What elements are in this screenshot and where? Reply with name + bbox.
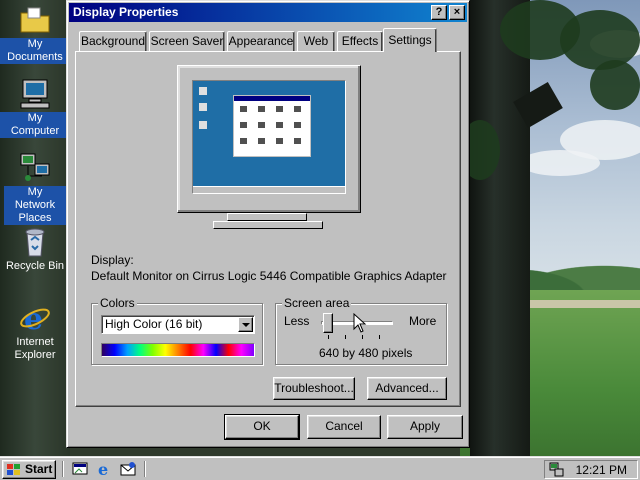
cancel-button[interactable]: Cancel: [307, 415, 381, 439]
clock[interactable]: 12:21 PM: [576, 463, 627, 477]
desktop-icon-label: My Network Places: [4, 186, 66, 225]
screen-area-slider-thumb[interactable]: [323, 313, 333, 333]
slider-tick: [328, 335, 329, 339]
apply-button[interactable]: Apply: [387, 415, 463, 439]
help-button[interactable]: ?: [431, 5, 447, 20]
computer-icon: [19, 78, 51, 110]
desktop-icon-my-documents[interactable]: My Documents: [0, 4, 70, 64]
colors-dropdown-value: High Color (16 bit): [105, 317, 203, 331]
dialog-title: Display Properties: [73, 5, 179, 19]
taskbar: Start e 12:21 PM: [0, 456, 640, 480]
show-desktop-icon[interactable]: [72, 461, 88, 477]
screen-area-group-label: Screen area: [282, 296, 352, 310]
tab-web[interactable]: Web: [297, 31, 335, 51]
colors-dropdown[interactable]: High Color (16 bit): [101, 315, 255, 334]
advanced-button[interactable]: Advanced...: [367, 377, 447, 400]
windows-logo-icon: [7, 464, 20, 475]
folder-icon: [19, 4, 51, 36]
mini-window: [233, 95, 311, 157]
network-tray-icon[interactable]: [549, 462, 565, 478]
internet-explorer-icon[interactable]: e: [96, 461, 112, 477]
slider-tick: [362, 335, 363, 339]
network-icon: [19, 152, 51, 184]
system-tray: 12:21 PM: [544, 460, 638, 479]
start-button[interactable]: Start: [2, 460, 56, 479]
desktop-icon-my-computer[interactable]: My Computer: [0, 78, 70, 138]
outlook-express-icon[interactable]: [120, 461, 136, 477]
screen-area-more-label: More: [409, 314, 437, 328]
color-spectrum-bar: [101, 343, 255, 357]
close-button[interactable]: ×: [449, 5, 465, 20]
display-label: Display:: [91, 253, 134, 267]
desktop-icon-my-network-places[interactable]: My Network Places: [0, 152, 70, 225]
desktop-icon-label: Internet Explorer: [14, 336, 56, 361]
monitor-stand: [227, 213, 307, 221]
monitor-preview-screen: [192, 80, 346, 194]
colors-group-label: Colors: [98, 296, 137, 310]
tab-settings[interactable]: Settings: [383, 28, 437, 52]
taskbar-separator: [62, 461, 64, 477]
desktop-icon-internet-explorer[interactable]: e Internet Explorer: [0, 302, 70, 362]
screen-resolution-value: 640 by 480 pixels: [319, 346, 413, 360]
tab-appearance[interactable]: Appearance: [227, 31, 295, 51]
monitor-base: [213, 221, 323, 229]
svg-text:e: e: [24, 302, 43, 334]
ok-button[interactable]: OK: [224, 414, 300, 440]
start-label: Start: [25, 462, 53, 476]
desktop-icon-label: My Documents: [0, 38, 70, 64]
mouse-cursor-icon: [353, 313, 367, 333]
desktop-icon-label: My Computer: [0, 112, 70, 138]
screen-area-less-label: Less: [284, 314, 310, 328]
recycle-bin-icon: [19, 226, 51, 258]
desktop-icon-recycle-bin[interactable]: Recycle Bin: [0, 226, 70, 273]
troubleshoot-button[interactable]: Troubleshoot...: [273, 377, 355, 400]
svg-text:e: e: [98, 461, 108, 477]
slider-tick: [345, 335, 346, 339]
monitor-preview: [177, 65, 361, 213]
dialog-titlebar[interactable]: Display Properties ? ×: [69, 3, 467, 22]
display-properties-dialog: Display Properties ? × Background Screen…: [66, 0, 470, 448]
tab-background[interactable]: Background: [79, 31, 147, 51]
chevron-down-icon[interactable]: [238, 317, 253, 332]
slider-tick: [379, 335, 380, 339]
tab-effects[interactable]: Effects: [337, 31, 383, 51]
taskbar-separator: [144, 461, 146, 477]
tab-screen-saver[interactable]: Screen Saver: [149, 31, 225, 51]
internet-explorer-icon: e: [19, 302, 51, 337]
display-adapter-value: Default Monitor on Cirrus Logic 5446 Com…: [91, 269, 447, 283]
desktop-icon-label: Recycle Bin: [5, 260, 65, 272]
